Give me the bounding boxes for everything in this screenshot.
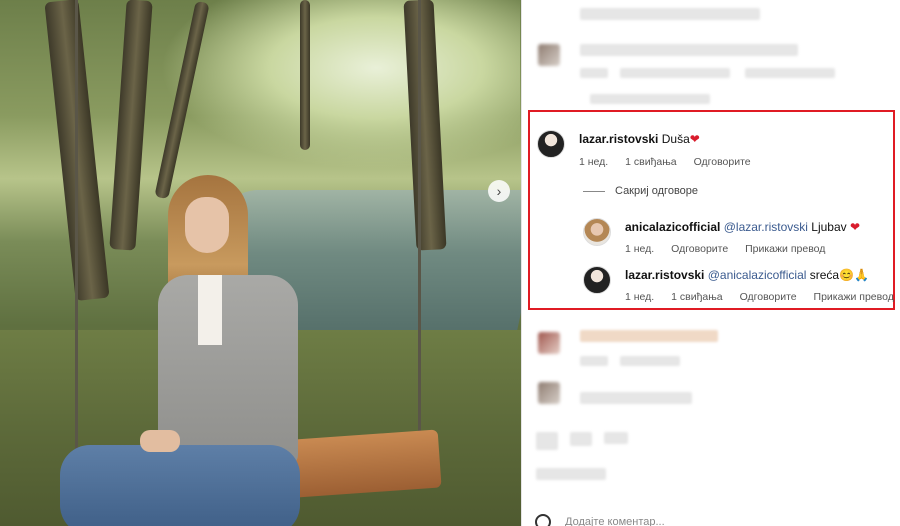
blurred-text — [580, 392, 692, 404]
reply-time[interactable]: 1 нед. — [625, 243, 654, 255]
reply-button[interactable]: Одговорите — [694, 156, 751, 168]
reply-meta: 1 нед. Одговорите Прикажи превод — [625, 243, 839, 255]
smile-pray-emoji-icon: 😊🙏 — [839, 268, 869, 282]
blurred-text — [604, 432, 628, 444]
reply-username[interactable]: lazar.ristovski — [625, 268, 704, 282]
reply-2: lazar.ristovski @anicalazicofficial sreć… — [625, 268, 869, 282]
hide-replies-label: Сакриј одговоре — [615, 185, 699, 197]
translate-button[interactable]: Прикажи превод — [745, 243, 825, 255]
swing-rope — [75, 0, 78, 470]
avatar[interactable] — [583, 266, 611, 294]
blurred-avatar — [538, 332, 560, 354]
reply-likes[interactable]: 1 свиђања — [671, 291, 723, 303]
photo-tree — [300, 0, 310, 150]
hide-replies-button[interactable]: Сакриј одговоре — [583, 185, 698, 197]
comment-time[interactable]: 1 нед. — [579, 156, 608, 168]
reply-meta: 1 нед. 1 свиђања Одговорите Прикажи прев… — [625, 291, 900, 303]
reply-1: anicalazicofficial @lazar.ristovski Ljub… — [625, 220, 860, 234]
blurred-text — [620, 68, 730, 78]
reply-button[interactable]: Одговорите — [740, 291, 797, 303]
blurred-text — [570, 432, 592, 446]
blurred-avatar — [538, 44, 560, 66]
add-comment-bar[interactable]: Додајте коментар... — [535, 514, 665, 526]
blurred-avatar — [538, 382, 560, 404]
blurred-text — [536, 432, 558, 450]
photo-background — [160, 0, 520, 170]
blurred-text — [580, 68, 608, 78]
reply-button[interactable]: Одговорите — [671, 243, 728, 255]
blurred-text — [580, 356, 608, 366]
photo-tree — [109, 0, 153, 251]
heart-emoji-icon: ❤ — [689, 132, 700, 146]
add-comment-placeholder[interactable]: Додајте коментар... — [565, 516, 665, 526]
divider-line — [583, 190, 605, 192]
comment-username[interactable]: lazar.ristovski — [579, 132, 658, 146]
blurred-text — [580, 8, 760, 20]
avatar[interactable] — [537, 130, 565, 158]
avatar[interactable] — [583, 218, 611, 246]
comment-main: lazar.ristovski Duša❤ — [579, 132, 700, 146]
blurred-text — [745, 68, 835, 78]
comment-likes[interactable]: 1 свиђања — [625, 156, 677, 168]
swing-rope — [418, 0, 421, 445]
reply-mention[interactable]: @anicalazicofficial — [708, 268, 807, 282]
comment-meta: 1 нед. 1 свиђања Одговорите — [579, 156, 765, 168]
heart-emoji-icon: ❤ — [849, 220, 861, 234]
next-photo-button[interactable]: › — [488, 180, 510, 202]
photo-person — [60, 175, 300, 526]
post-photo: › — [0, 0, 521, 526]
blurred-text — [590, 94, 710, 104]
blurred-text — [580, 44, 798, 56]
reply-text: sreća — [809, 268, 840, 282]
blurred-text — [536, 468, 606, 480]
reply-time[interactable]: 1 нед. — [625, 291, 654, 303]
reply-username[interactable]: anicalazicofficial — [625, 220, 720, 234]
blurred-text — [580, 330, 718, 342]
reply-mention[interactable]: @lazar.ristovski — [724, 220, 808, 234]
translate-button[interactable]: Прикажи превод — [814, 291, 894, 303]
emoji-picker-icon[interactable] — [535, 514, 551, 526]
comment-text: Duša — [661, 132, 690, 146]
blurred-text — [620, 356, 680, 366]
reply-text: Ljubav — [811, 220, 847, 234]
